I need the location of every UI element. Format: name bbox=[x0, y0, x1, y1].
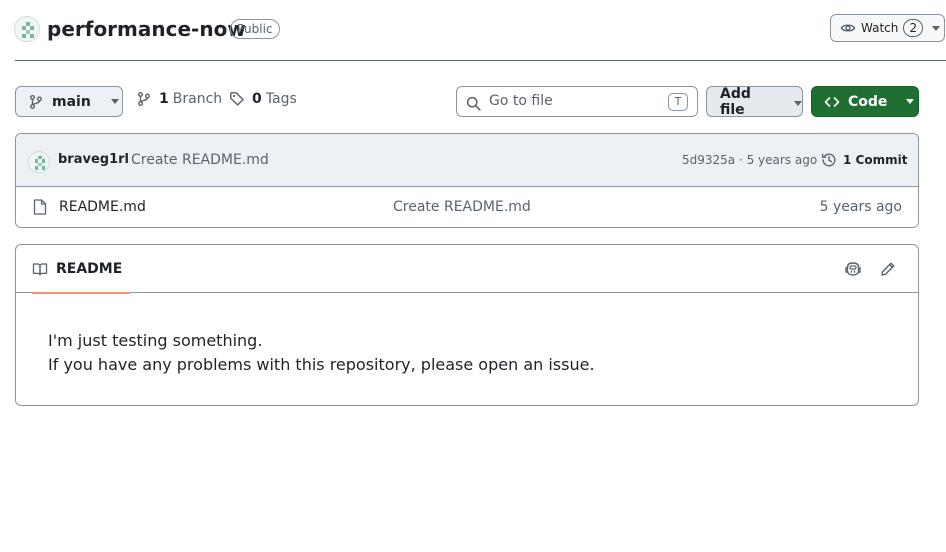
watch-button[interactable]: Watch 2 bbox=[830, 14, 945, 42]
search-placeholder: Go to file bbox=[489, 93, 553, 109]
readme-tab-label: README bbox=[56, 261, 123, 277]
tag-label: Tags bbox=[265, 91, 297, 107]
add-file-label: Add file bbox=[720, 85, 751, 118]
tab-readme[interactable]: README bbox=[24, 245, 130, 294]
branch-selector-button[interactable]: main bbox=[15, 86, 123, 117]
header-divider bbox=[15, 60, 946, 61]
branch-name: main bbox=[52, 93, 91, 110]
copilot-icon[interactable] bbox=[844, 261, 862, 277]
commit-history-link[interactable]: 1 Commit bbox=[821, 152, 907, 168]
branch-count: 1 bbox=[159, 91, 169, 107]
file-icon bbox=[33, 199, 47, 215]
visibility-badge: Public bbox=[230, 19, 280, 39]
code-button[interactable]: Code bbox=[811, 86, 919, 117]
go-to-file-input[interactable]: Go to file T bbox=[456, 86, 698, 117]
file-last-commit[interactable]: Create README.md bbox=[393, 199, 531, 215]
chevron-down-icon bbox=[110, 99, 119, 104]
author-avatar[interactable] bbox=[28, 151, 50, 173]
active-tab-underline bbox=[32, 292, 130, 294]
readme-line: I'm just testing something. bbox=[48, 331, 263, 350]
repo-owner-avatar[interactable] bbox=[14, 16, 40, 42]
latest-commit-bar: braveg1rl Create README.md 5d9325a · 5 y… bbox=[16, 134, 918, 187]
repo-name[interactable]: performance-now bbox=[47, 16, 246, 42]
chevron-down-icon bbox=[794, 100, 802, 106]
add-file-button[interactable]: Add file bbox=[706, 85, 803, 118]
git-branch-icon bbox=[136, 91, 152, 107]
branches-link[interactable]: 1 Branch bbox=[136, 91, 222, 107]
readme-line: If you have any problems with this repos… bbox=[48, 355, 595, 374]
watch-label: Watch bbox=[861, 21, 899, 35]
book-icon bbox=[32, 261, 48, 277]
keyboard-shortcut-hint: T bbox=[668, 93, 688, 111]
code-icon bbox=[824, 94, 840, 110]
eye-icon bbox=[840, 20, 856, 36]
pencil-icon[interactable] bbox=[880, 261, 896, 277]
readme-panel: README I'm just testing something. If yo… bbox=[15, 244, 919, 406]
commit-count: 1 Commit bbox=[843, 153, 908, 167]
chevron-down-icon bbox=[932, 25, 941, 31]
history-icon bbox=[821, 152, 837, 168]
file-name[interactable]: README.md bbox=[59, 199, 146, 215]
watch-count: 2 bbox=[903, 19, 924, 37]
commit-hash-and-time[interactable]: 5d9325a · 5 years ago bbox=[682, 153, 817, 167]
git-branch-icon bbox=[28, 94, 44, 110]
tag-count: 0 bbox=[252, 91, 262, 107]
tags-link[interactable]: 0 Tags bbox=[229, 91, 297, 107]
readme-header: README bbox=[16, 245, 918, 294]
commit-author[interactable]: braveg1rl bbox=[58, 152, 129, 167]
file-row[interactable]: README.md Create README.md 5 years ago bbox=[16, 187, 918, 227]
chevron-down-icon bbox=[906, 99, 915, 104]
tag-icon bbox=[229, 91, 245, 107]
readme-content: I'm just testing something. If you have … bbox=[48, 329, 595, 377]
file-age: 5 years ago bbox=[819, 199, 902, 215]
commit-message[interactable]: Create README.md bbox=[131, 152, 269, 168]
code-label: Code bbox=[848, 93, 888, 110]
search-icon bbox=[466, 96, 481, 111]
file-browser: braveg1rl Create README.md 5d9325a · 5 y… bbox=[15, 133, 919, 228]
branch-label: Branch bbox=[172, 91, 223, 107]
